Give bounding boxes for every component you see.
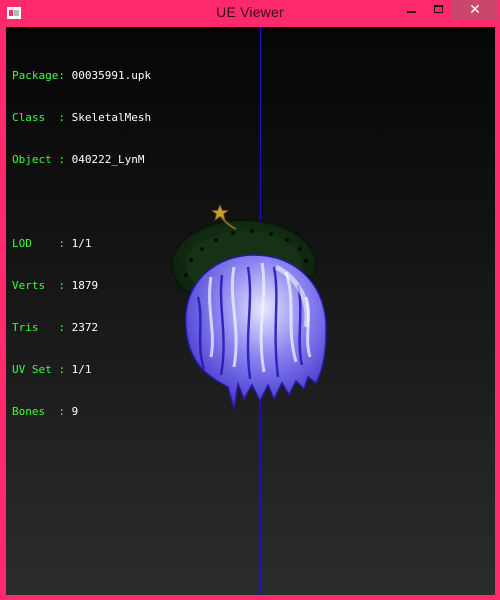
hair-mesh bbox=[185, 254, 327, 410]
info-label: LOD : bbox=[12, 237, 65, 250]
minimize-button[interactable] bbox=[398, 0, 426, 20]
info-value: 1/1 bbox=[71, 237, 92, 250]
info-value: SkeletalMesh bbox=[71, 111, 152, 124]
info-label: Tris : bbox=[12, 321, 65, 334]
close-icon: ✕ bbox=[469, 2, 481, 18]
info-row-object: Object : 040222_LynM bbox=[12, 153, 151, 167]
maximize-button[interactable] bbox=[425, 0, 453, 20]
app-window: UE Viewer ✕ Package: 00035991.upk Class … bbox=[0, 0, 500, 600]
info-label: Verts : bbox=[12, 279, 65, 292]
3d-viewport[interactable]: Package: 00035991.upk Class : SkeletalMe… bbox=[6, 27, 495, 595]
info-value: 00035991.upk bbox=[71, 69, 152, 82]
info-row-tris: Tris : 2372 bbox=[12, 321, 151, 335]
info-label: Object : bbox=[12, 153, 65, 166]
info-value: 1879 bbox=[71, 279, 99, 292]
info-value: 2372 bbox=[71, 321, 99, 334]
info-value: 9 bbox=[71, 405, 79, 418]
minimize-icon bbox=[407, 11, 416, 13]
info-value: 1/1 bbox=[71, 363, 92, 376]
info-row-verts: Verts : 1879 bbox=[12, 279, 151, 293]
info-label: Class : bbox=[12, 111, 65, 124]
info-value: 040222_LynM bbox=[71, 153, 145, 166]
info-row-class: Class : SkeletalMesh bbox=[12, 111, 151, 125]
info-row-package: Package: 00035991.upk bbox=[12, 69, 151, 83]
info-row-lod: LOD : 1/1 bbox=[12, 237, 151, 251]
info-label: Bones : bbox=[12, 405, 65, 418]
info-row-uvset: UV Set : 1/1 bbox=[12, 363, 151, 377]
maximize-icon bbox=[434, 5, 443, 13]
info-label: UV Set : bbox=[12, 363, 65, 376]
title-bar[interactable]: UE Viewer ✕ bbox=[0, 0, 500, 27]
close-button[interactable]: ✕ bbox=[452, 0, 498, 20]
info-row-bones: Bones : 9 bbox=[12, 405, 151, 419]
info-label: Package: bbox=[12, 69, 65, 82]
mesh-info-overlay: Package: 00035991.upk Class : SkeletalMe… bbox=[12, 41, 151, 447]
